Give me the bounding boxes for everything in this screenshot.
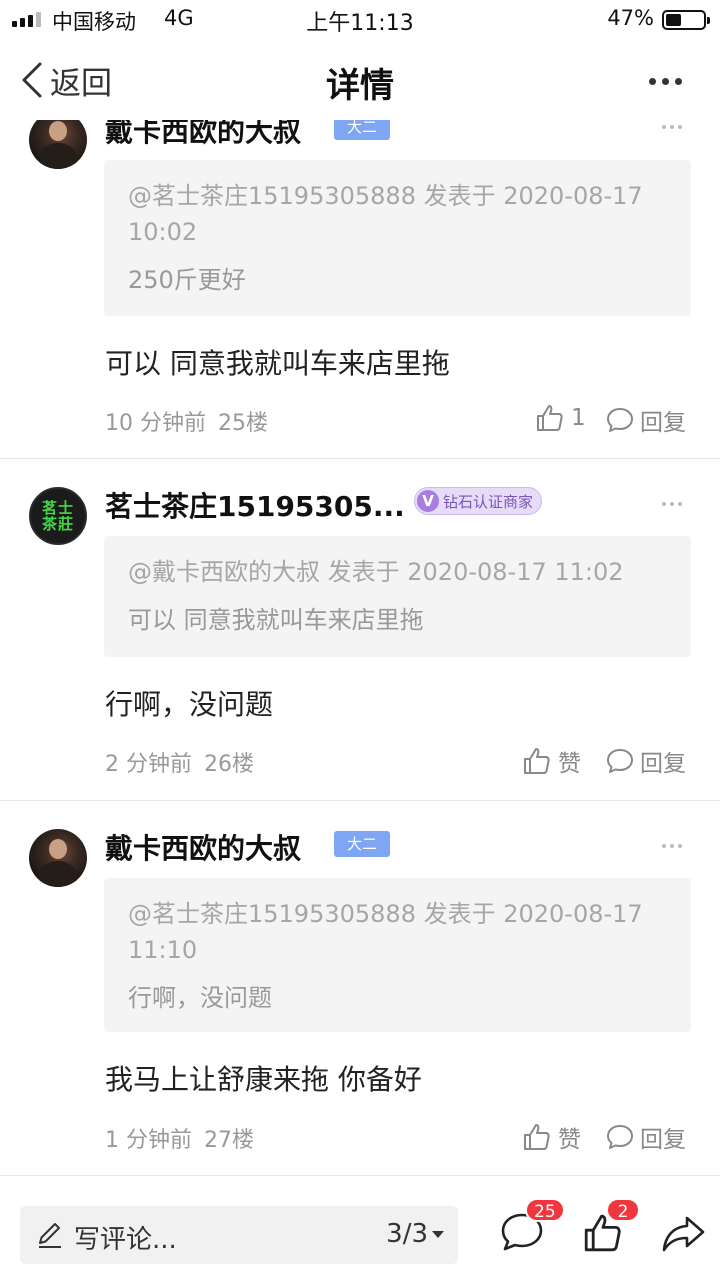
level-badge: 大二 (334, 831, 390, 857)
list-item: 戴卡西欧的大叔 大二 @茗士茶庄15195305888 发表于 2020-08-… (0, 801, 720, 1175)
battery-percent: 47% (607, 6, 654, 30)
quoted-comment[interactable]: @茗士茶庄15195305888 发表于 2020-08-17 11:10 行啊… (104, 878, 691, 1032)
reply-meta: 1 分钟前 27楼 (105, 1122, 254, 1154)
quote-meta: @戴卡西欧的大叔 发表于 2020-08-17 11:02 (128, 558, 624, 586)
pen-icon (39, 1223, 61, 1248)
quoted-comment[interactable]: @茗士茶庄15195305888 发表于 2020-08-17 10:02 25… (104, 160, 691, 316)
reply-label: 回复 (640, 751, 686, 777)
like-button[interactable]: 1 (535, 403, 586, 433)
bottom-bar: 写评论... 3/3 25 2 (0, 1175, 720, 1280)
quote-text: 250斤更好 (128, 266, 246, 294)
reply-button[interactable]: 回复 (606, 1120, 686, 1154)
page-indicator-label: 3/3 (386, 1219, 428, 1249)
level-badge: 大二 (334, 120, 390, 140)
like-label: 赞 (558, 1127, 581, 1153)
caret-down-icon (432, 1231, 444, 1238)
speech-bubble-icon (607, 408, 633, 432)
thumbs-up-icon (524, 1124, 550, 1150)
avatar-text: 茗士 (41, 499, 74, 517)
speech-bubble-icon (607, 1125, 633, 1149)
avatar[interactable]: 茗士 茶莊 (29, 487, 87, 545)
page-indicator[interactable]: 3/3 (386, 1219, 444, 1249)
author-name[interactable]: 茗士茶庄15195305... (105, 485, 405, 525)
page-title: 详情 (326, 66, 394, 106)
quote-meta: @茗士茶庄15195305888 发表于 2020-08-17 11:10 (128, 900, 643, 964)
more-dots-icon[interactable] (662, 844, 682, 848)
speech-bubble-icon (607, 749, 633, 773)
reply-label: 回复 (640, 1127, 686, 1153)
avatar[interactable] (29, 829, 87, 887)
time-ago: 10 分钟前 (105, 411, 206, 436)
thumbs-up-icon (524, 748, 550, 774)
like-label: 1 (571, 405, 586, 431)
comment-count-badge: 25 (525, 1198, 565, 1222)
verified-icon: V (417, 490, 439, 512)
comment-placeholder: 写评论... (74, 1225, 177, 1255)
author-name[interactable]: 戴卡西欧的大叔 (105, 120, 301, 150)
status-bar: 中国移动 4G 上午11:13 47% (0, 0, 720, 40)
reply-button[interactable]: 回复 (606, 403, 686, 437)
more-dots-icon[interactable] (662, 125, 682, 129)
more-dots-icon[interactable] (662, 502, 682, 506)
quoted-comment[interactable]: @戴卡西欧的大叔 发表于 2020-08-17 11:02 可以 同意我就叫车来… (104, 536, 691, 657)
nav-bar: 返回 详情 (0, 40, 720, 120)
more-dots-icon[interactable] (649, 78, 682, 85)
like-count-badge: 2 (606, 1198, 640, 1222)
merchant-badge: V 钻石认证商家 (414, 487, 543, 515)
reply-text: 可以 同意我就叫车来店里拖 (105, 347, 450, 380)
avatar-text: 茶莊 (41, 515, 74, 533)
quote-text: 可以 同意我就叫车来店里拖 (128, 606, 424, 634)
thumbs-up-icon (537, 405, 563, 431)
quote-text: 行啊，没问题 (128, 984, 272, 1012)
like-button[interactable]: 赞 (522, 744, 581, 778)
reply-text: 行啊，没问题 (105, 688, 274, 721)
like-button[interactable]: 赞 (522, 1120, 581, 1154)
reply-button[interactable]: 回复 (606, 744, 686, 778)
share-arrow-icon (662, 1216, 705, 1252)
comment-input[interactable]: 写评论... 3/3 (20, 1206, 458, 1264)
reply-text: 我马上让舒康来拖 你备好 (105, 1063, 422, 1096)
reply-meta: 2 分钟前 26楼 (105, 746, 254, 778)
merchant-badge-label: 钻石认证商家 (443, 492, 534, 511)
like-label: 赞 (558, 751, 581, 777)
battery-icon (662, 10, 710, 30)
floor-number: 25楼 (218, 411, 268, 436)
author-name[interactable]: 戴卡西欧的大叔 (105, 827, 301, 867)
list-item: 戴卡西欧的大叔 大二 @茗士茶庄15195305888 发表于 2020-08-… (0, 120, 720, 458)
quote-meta: @茗士茶庄15195305888 发表于 2020-08-17 10:02 (128, 182, 643, 246)
reply-list: 戴卡西欧的大叔 大二 @茗士茶庄15195305888 发表于 2020-08-… (0, 120, 720, 1175)
floor-number: 26楼 (204, 752, 254, 777)
reply-label: 回复 (640, 410, 686, 436)
time-ago: 1 分钟前 (105, 1128, 192, 1153)
reply-meta: 10 分钟前 25楼 (105, 405, 268, 437)
time-ago: 2 分钟前 (105, 752, 192, 777)
list-item: 茗士 茶莊 茗士茶庄15195305... V 钻石认证商家 @戴卡西欧的大叔 … (0, 459, 720, 800)
share-button[interactable] (660, 1214, 706, 1258)
avatar[interactable] (29, 120, 87, 169)
floor-number: 27楼 (204, 1128, 254, 1153)
